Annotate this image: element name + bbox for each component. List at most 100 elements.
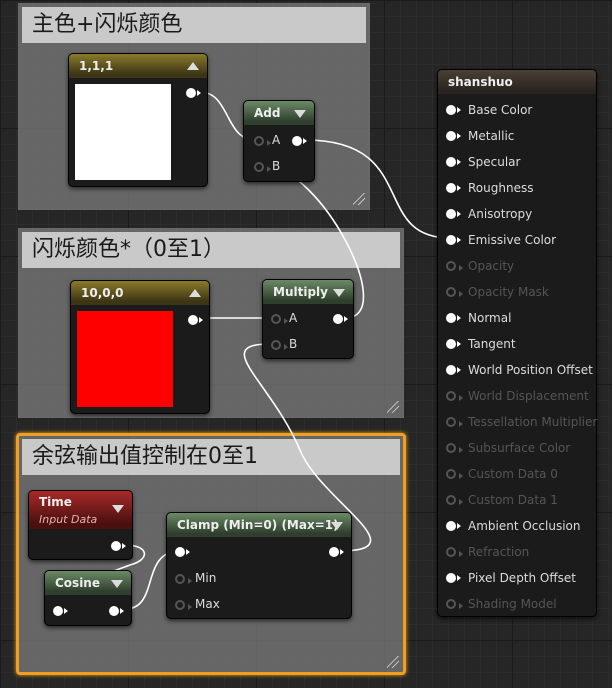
input-pin[interactable] xyxy=(446,105,461,115)
collapse-arrow-icon[interactable] xyxy=(111,580,123,588)
input-pin xyxy=(446,469,463,479)
output-pin[interactable] xyxy=(329,547,344,557)
resize-grip-icon[interactable] xyxy=(387,656,399,668)
pin-label: Custom Data 1 xyxy=(468,493,558,507)
input-pin xyxy=(446,547,463,557)
color-preview-red xyxy=(77,311,173,407)
pin-label: Tangent xyxy=(468,337,516,351)
output-pin[interactable] xyxy=(292,136,307,146)
comment-title[interactable]: 主色+闪烁颜色 xyxy=(22,7,366,43)
node-header[interactable]: Add xyxy=(244,101,314,125)
input-pin xyxy=(446,287,463,297)
input-pin[interactable] xyxy=(446,235,461,245)
input-pin[interactable] xyxy=(446,573,461,583)
input-pin[interactable] xyxy=(446,313,461,323)
constant3-node-red[interactable]: 10,0,0 xyxy=(70,280,210,414)
node-title: Time xyxy=(39,495,72,509)
pin-label-a: A xyxy=(289,311,298,325)
pin-label-b: B xyxy=(272,159,281,173)
node-header[interactable]: Clamp (Min=0) (Max=1) xyxy=(167,513,351,537)
add-node[interactable]: Add A B xyxy=(243,100,315,182)
pin-label-a: A xyxy=(272,133,281,147)
collapse-arrow-icon[interactable] xyxy=(333,289,345,297)
pin-label: Specular xyxy=(468,155,521,169)
input-pin xyxy=(446,417,463,427)
node-title: 1,1,1 xyxy=(79,59,114,73)
input-pin[interactable] xyxy=(53,606,68,616)
comment-title[interactable]: 余弦输出值控制在0至1 xyxy=(22,439,400,475)
input-pin xyxy=(446,443,463,453)
input-pin-b[interactable] xyxy=(271,340,288,350)
clamp-node[interactable]: Clamp (Min=0) (Max=1) Min Max xyxy=(166,512,352,619)
node-header[interactable]: shanshuo xyxy=(438,70,596,94)
pin-label: Emissive Color xyxy=(468,233,557,247)
collapse-arrow-icon[interactable] xyxy=(331,522,343,530)
input-pin[interactable] xyxy=(446,209,461,219)
input-pin[interactable] xyxy=(446,365,461,375)
collapse-arrow-icon[interactable] xyxy=(187,62,199,70)
input-pin[interactable] xyxy=(446,521,461,531)
pin-label: Base Color xyxy=(468,103,533,117)
pin-label: Shading Model xyxy=(468,597,557,611)
output-pin[interactable] xyxy=(188,315,203,325)
node-subtitle: Input Data xyxy=(39,513,98,526)
output-pin[interactable] xyxy=(186,88,201,98)
pin-label-min: Min xyxy=(195,571,217,585)
input-pin[interactable] xyxy=(446,131,461,141)
node-title: shanshuo xyxy=(448,75,513,89)
output-pin[interactable] xyxy=(109,606,124,616)
input-pin-max[interactable] xyxy=(175,600,192,610)
comment-title[interactable]: 闪烁颜色*（0至1） xyxy=(22,232,400,268)
input-pin[interactable] xyxy=(446,339,461,349)
pin-label: Pixel Depth Offset xyxy=(468,571,576,585)
input-pin xyxy=(446,261,463,271)
color-preview-white xyxy=(75,84,171,180)
pin-label: Tessellation Multiplier xyxy=(468,415,598,429)
pin-label: Opacity Mask xyxy=(468,285,549,299)
input-pin xyxy=(446,391,463,401)
node-title: Multiply xyxy=(273,285,328,299)
input-pin[interactable] xyxy=(446,157,461,167)
resize-grip-icon[interactable] xyxy=(387,401,399,413)
input-pin-min[interactable] xyxy=(175,574,192,584)
collapse-arrow-icon[interactable] xyxy=(189,289,201,297)
input-pin xyxy=(446,495,463,505)
collapse-arrow-icon[interactable] xyxy=(294,110,306,118)
pin-label: Normal xyxy=(468,311,512,325)
resize-grip-icon[interactable] xyxy=(353,193,365,205)
node-title: 10,0,0 xyxy=(81,286,124,300)
constant3-node-white[interactable]: 1,1,1 xyxy=(68,53,208,187)
input-pin[interactable] xyxy=(175,547,190,557)
input-pin xyxy=(446,599,463,609)
input-pin-b[interactable] xyxy=(254,162,271,172)
node-header[interactable]: 1,1,1 xyxy=(69,54,207,78)
node-title: Clamp (Min=0) (Max=1) xyxy=(177,518,339,532)
pin-label: World Position Offset xyxy=(468,363,593,377)
pin-label: Anisotropy xyxy=(468,207,533,221)
pin-label: Roughness xyxy=(468,181,534,195)
pin-label: Custom Data 0 xyxy=(468,467,558,481)
node-title: Cosine xyxy=(55,576,100,590)
output-pin[interactable] xyxy=(111,541,126,551)
cosine-node[interactable]: Cosine xyxy=(44,570,132,626)
multiply-node[interactable]: Multiply A B xyxy=(262,279,354,359)
node-title: Add xyxy=(254,106,281,120)
output-pin[interactable] xyxy=(333,314,348,324)
pin-label: Metallic xyxy=(468,129,515,143)
pin-label-b: B xyxy=(289,337,298,351)
node-header[interactable]: 10,0,0 xyxy=(71,281,209,305)
time-node[interactable]: Time Input Data xyxy=(28,490,133,560)
node-header[interactable]: Time Input Data xyxy=(29,491,132,529)
material-result-node[interactable]: shanshuo Base Color Metallic Specular Rough… xyxy=(437,69,597,617)
input-pin-a[interactable] xyxy=(254,136,271,146)
pin-label: Opacity xyxy=(468,259,515,273)
node-header[interactable]: Cosine xyxy=(45,571,131,595)
pin-label: World Displacement xyxy=(468,389,589,403)
pin-label: Refraction xyxy=(468,545,530,559)
input-pin-a[interactable] xyxy=(271,314,288,324)
pin-label: Subsurface Color xyxy=(468,441,571,455)
node-header[interactable]: Multiply xyxy=(263,280,353,304)
pin-label-max: Max xyxy=(195,597,220,611)
collapse-arrow-icon[interactable] xyxy=(112,505,124,513)
input-pin[interactable] xyxy=(446,183,461,193)
